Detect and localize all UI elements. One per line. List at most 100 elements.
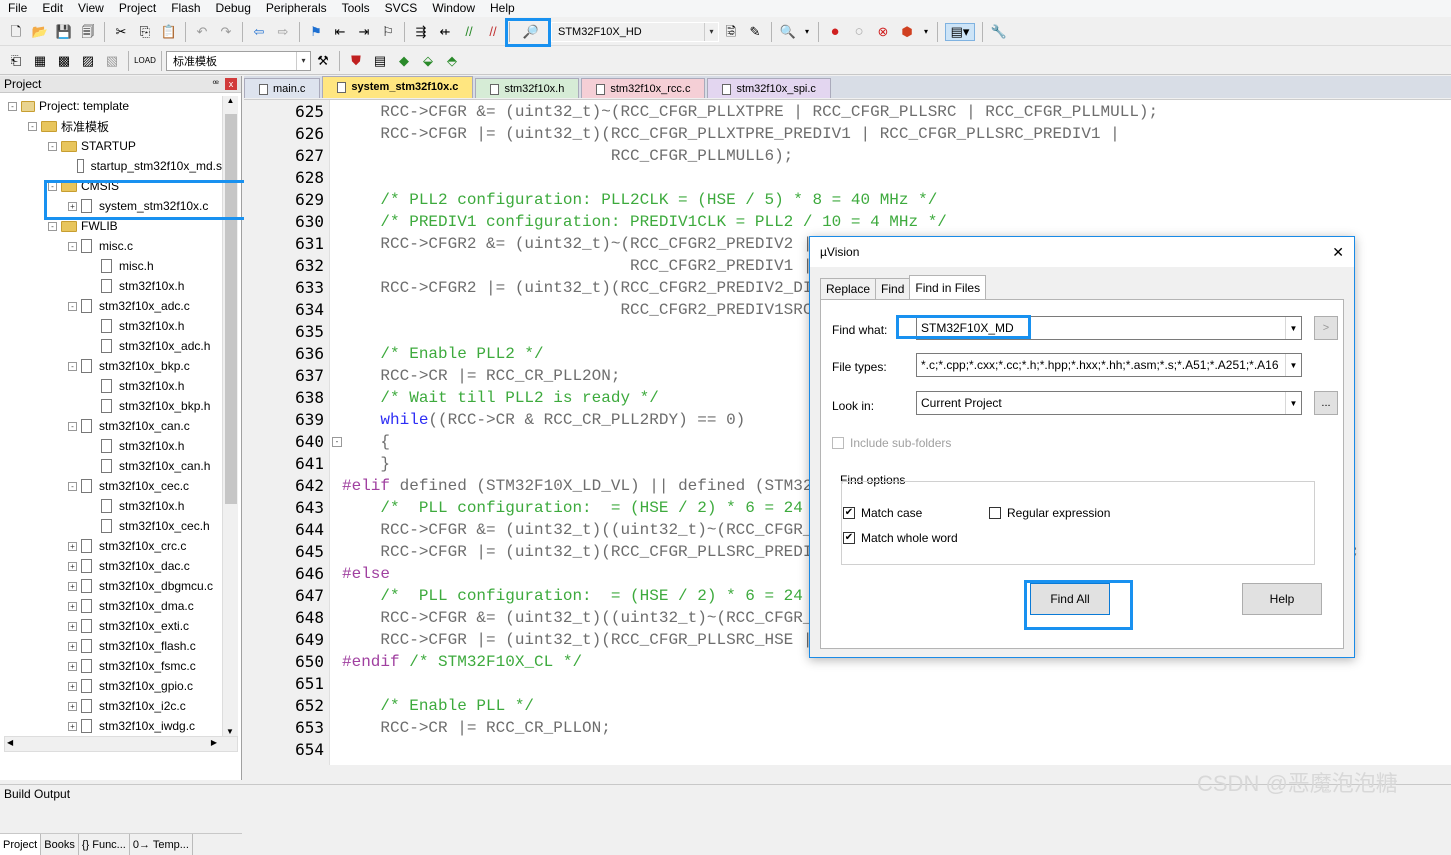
tree-item[interactable]: - stm32f10x_adc.c	[0, 296, 222, 316]
indent-icon[interactable]: ⇶	[412, 23, 430, 41]
download-icon[interactable]: LOAD	[134, 52, 156, 70]
stop-build-icon[interactable]: ▧	[103, 52, 121, 70]
expand-icon[interactable]: +	[68, 601, 77, 611]
configure-icon[interactable]: ⬢	[898, 23, 916, 41]
redo-icon[interactable]: ↷	[217, 23, 235, 41]
target-options-icon[interactable]: ⚒	[314, 52, 332, 70]
tree-item[interactable]: stm32f10x.h	[0, 276, 222, 296]
scrollbar-thumb[interactable]	[225, 114, 237, 504]
find-in-files-icon[interactable]: 🔎	[522, 23, 540, 41]
menu-item[interactable]: Debug	[208, 0, 258, 17]
bookmark-icon[interactable]: ⚑	[307, 23, 325, 41]
expand-icon[interactable]: +	[68, 581, 77, 591]
tree-item[interactable]: + stm32f10x_fsmc.c	[0, 656, 222, 676]
tree-item[interactable]: + system_stm32f10x.c	[0, 196, 222, 216]
tree-item[interactable]: stm32f10x.h	[0, 496, 222, 516]
scroll-left-icon[interactable]: ◀	[7, 738, 13, 747]
tree-item[interactable]: + stm32f10x_flash.c	[0, 636, 222, 656]
code-line[interactable]: RCC->CFGR &= (uint32_t)~(RCC_CFGR_PLLXTP…	[342, 101, 1451, 123]
unindent-icon[interactable]: ⇷	[436, 23, 454, 41]
menu-item[interactable]: Peripherals	[258, 0, 334, 17]
code-line[interactable]: RCC->CR |= RCC_CR_PLLON;	[342, 717, 1451, 739]
close-icon[interactable]: ✕	[1332, 244, 1344, 261]
tree-vertical-scrollbar[interactable]: ▲ ▼	[222, 96, 238, 741]
tree-item[interactable]: + stm32f10x_iwdg.c	[0, 716, 222, 736]
manage-books-icon[interactable]: ▤	[371, 52, 389, 70]
comment-icon[interactable]: //	[460, 23, 478, 41]
menu-item[interactable]: Flash	[163, 0, 207, 17]
expand-icon[interactable]: +	[68, 661, 77, 671]
batch-build-icon[interactable]: ▨	[79, 52, 97, 70]
breakpoint-icon[interactable]: ●	[826, 23, 844, 41]
help-button[interactable]: Help	[1242, 583, 1322, 615]
expand-icon[interactable]: +	[68, 201, 77, 211]
scroll-up-icon[interactable]: ▲	[223, 96, 238, 110]
look-in-input[interactable]: Current Project ▼	[916, 391, 1302, 415]
tree-item[interactable]: stm32f10x_bkp.h	[0, 396, 222, 416]
find-all-button[interactable]: Find All	[1030, 583, 1110, 615]
collapse-icon[interactable]: -	[68, 421, 77, 431]
tree-item[interactable]: - CMSIS	[0, 176, 222, 196]
include-subfolders-checkbox[interactable]: Include sub-folders	[832, 436, 951, 450]
find-icon[interactable]: 🔍	[779, 23, 797, 41]
tree-item[interactable]: misc.h	[0, 256, 222, 276]
expand-icon[interactable]: +	[68, 681, 77, 691]
prev-bookmark-icon[interactable]: ⇤	[331, 23, 349, 41]
manage-packs-icon[interactable]: ◆	[395, 52, 413, 70]
translate-icon[interactable]: ⎗	[7, 52, 25, 70]
save-icon[interactable]: 💾	[55, 23, 73, 41]
next-bookmark-icon[interactable]: ⇥	[355, 23, 373, 41]
target-combo[interactable]: STM32F10X_HD ▾	[551, 21, 719, 42]
tree-item[interactable]: stm32f10x_can.h	[0, 456, 222, 476]
nav-forward-icon[interactable]: ⇨	[274, 23, 292, 41]
select-packs-icon[interactable]: ⬙	[419, 52, 437, 70]
editor-tab[interactable]: system_stm32f10x.c	[322, 76, 474, 98]
tree-item[interactable]: - stm32f10x_bkp.c	[0, 356, 222, 376]
chevron-down-icon[interactable]: ▾	[922, 23, 930, 41]
wrench-icon[interactable]: 🔧	[990, 23, 1008, 41]
collapse-icon[interactable]: -	[8, 101, 17, 111]
scroll-right-icon[interactable]: ▶	[211, 738, 217, 747]
window-layout-icon[interactable]: ▤▾	[945, 22, 975, 41]
expand-icon[interactable]: +	[68, 641, 77, 651]
tree-item[interactable]: - FWLIB	[0, 216, 222, 236]
tree-item[interactable]: + stm32f10x_i2c.c	[0, 696, 222, 716]
regex-helper-button[interactable]: >	[1314, 316, 1338, 340]
expand-icon[interactable]: +	[68, 561, 77, 571]
tree-item[interactable]: - 标准模板	[0, 116, 222, 136]
rebuild-icon[interactable]: ▩	[55, 52, 73, 70]
tree-item[interactable]: - stm32f10x_can.c	[0, 416, 222, 436]
tree-item[interactable]: startup_stm32f10x_md.s	[0, 156, 222, 176]
copy-icon[interactable]: ⎘	[136, 23, 154, 41]
collapse-icon[interactable]: -	[48, 221, 57, 231]
menu-item[interactable]: Edit	[34, 0, 70, 17]
tree-item[interactable]: + stm32f10x_dac.c	[0, 556, 222, 576]
expand-icon[interactable]: +	[68, 541, 77, 551]
chevron-down-icon[interactable]: ▼	[1285, 354, 1301, 376]
cut-icon[interactable]: ✂	[112, 23, 130, 41]
tree-item[interactable]: - STARTUP	[0, 136, 222, 156]
find-what-input[interactable]: STM32F10X_MD ▼	[916, 316, 1302, 340]
tree-item[interactable]: stm32f10x_cec.h	[0, 516, 222, 536]
chevron-down-icon[interactable]: ▼	[1285, 317, 1301, 339]
tree-horizontal-scrollbar[interactable]: ◀ ▶	[4, 736, 238, 752]
open-file-icon[interactable]: 📂	[31, 23, 49, 41]
tree-item[interactable]: stm32f10x.h	[0, 376, 222, 396]
dialog-tab[interactable]: Find in Files	[909, 275, 987, 300]
close-icon[interactable]: x	[225, 78, 237, 90]
expand-icon[interactable]: +	[68, 721, 77, 731]
expand-icon[interactable]: +	[68, 701, 77, 711]
debug-session-icon[interactable]: 🗟	[722, 23, 740, 41]
tree-item[interactable]: + stm32f10x_exti.c	[0, 616, 222, 636]
template-combo[interactable]: 标准模板 ▾	[166, 50, 311, 71]
code-line[interactable]: /* PREDIV1 configuration: PREDIV1CLK = P…	[342, 211, 1451, 233]
menu-item[interactable]: File	[0, 0, 34, 17]
save-all-icon[interactable]: 🗐	[79, 23, 97, 41]
menu-item[interactable]: SVCS	[377, 0, 425, 17]
tree-root[interactable]: - Project: template	[0, 96, 222, 116]
tree-item[interactable]: - misc.c	[0, 236, 222, 256]
menu-item[interactable]: Tools	[334, 0, 377, 17]
chevron-down-icon[interactable]: ▼	[1285, 392, 1301, 414]
collapse-icon[interactable]: -	[68, 361, 77, 371]
code-line[interactable]: /* Enable PLL */	[342, 695, 1451, 717]
